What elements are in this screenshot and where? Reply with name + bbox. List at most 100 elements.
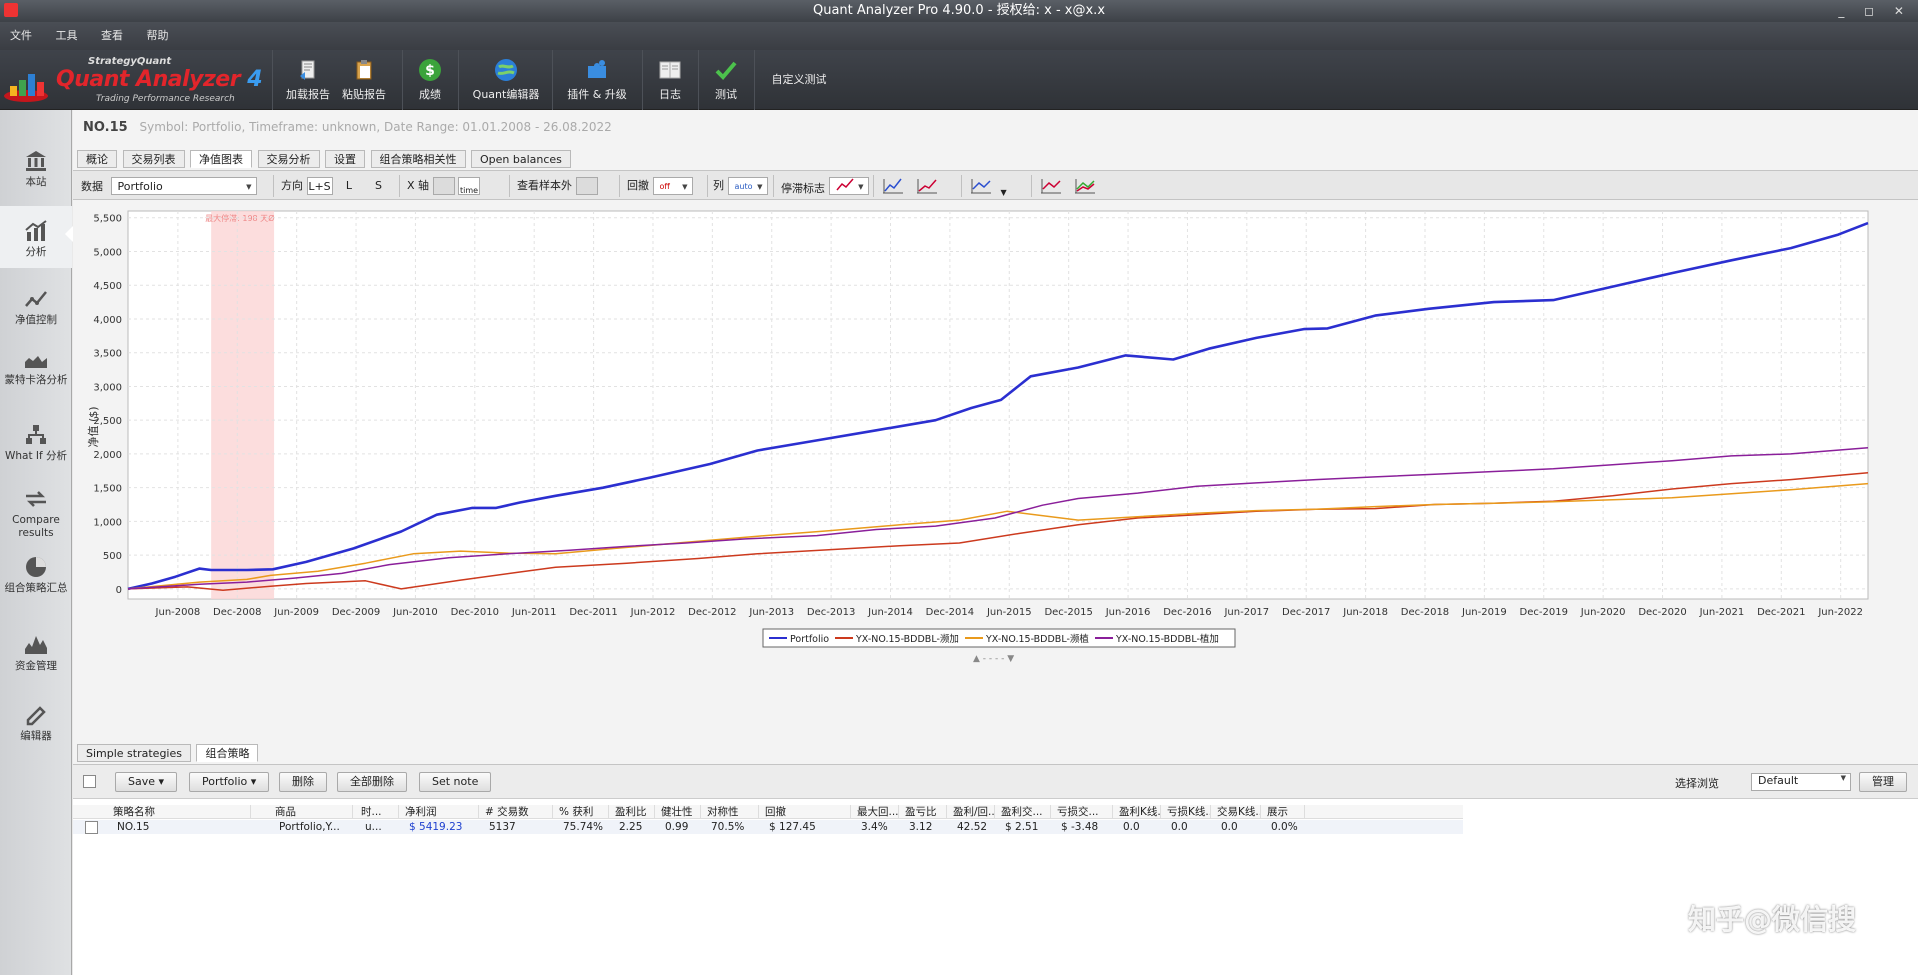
log-button[interactable]: 日志: [650, 50, 690, 110]
menu-file[interactable]: 文件: [0, 22, 42, 50]
plot-area: [127, 210, 1869, 600]
control-separator: [773, 175, 774, 197]
sidebar-item-what-if[interactable]: What If 分析: [0, 424, 72, 463]
menu-help[interactable]: 帮助: [137, 22, 179, 50]
multi-series-chart-icon[interactable]: [1073, 177, 1097, 195]
delete-button[interactable]: 删除: [279, 772, 327, 792]
oos-toggle[interactable]: [575, 177, 598, 195]
table-cell: 0.0: [1123, 821, 1140, 833]
column-header[interactable]: 时...: [359, 805, 399, 819]
x-tick-label: Dec-2012: [688, 607, 736, 618]
column-header[interactable]: 亏损交...: [1055, 805, 1113, 819]
tab-trade-analysis[interactable]: 交易分析: [257, 150, 320, 168]
compare-chart-icon[interactable]: [1039, 177, 1063, 195]
column-header[interactable]: 盈利/回...: [951, 805, 995, 819]
tab-overview[interactable]: 概论: [77, 150, 117, 168]
sidebar-item-monte-carlo[interactable]: 蒙特卡洛分析: [0, 348, 72, 387]
sidebar-item-editor[interactable]: 编辑器: [0, 704, 72, 743]
drawdown-control: 回撤 off: [627, 177, 693, 196]
equity-chart-icon[interactable]: [915, 177, 939, 195]
dollar-icon: $: [419, 59, 441, 81]
tab-open-balances[interactable]: Open balances: [471, 150, 571, 168]
sidebar-item-equity-control[interactable]: 净值控制: [0, 288, 72, 327]
column-header[interactable]: 健壮性: [659, 805, 701, 819]
manage-button[interactable]: 管理: [1859, 772, 1907, 792]
what-if-icon: [26, 425, 46, 444]
tab-portfolio-strategies[interactable]: 组合策略: [196, 744, 259, 762]
paste-report-button[interactable]: 粘贴报告: [338, 50, 390, 110]
balance-chart-icon[interactable]: [881, 177, 905, 195]
view-select[interactable]: Default: [1751, 773, 1851, 791]
tab-simple-strategies[interactable]: Simple strategies: [77, 744, 191, 762]
chevron-down-icon[interactable]: ▼: [1001, 188, 1007, 197]
load-report-button[interactable]: 加载报告: [282, 50, 334, 110]
toolbar-separator: [698, 50, 699, 110]
save-button[interactable]: Save ▾: [115, 772, 178, 792]
delete-all-button[interactable]: 全部删除: [337, 772, 407, 792]
column-header[interactable]: 盈亏比: [903, 805, 947, 819]
column-header[interactable]: 策略名称: [111, 805, 251, 819]
legend-entry: YX-NO.15-BDDBL-濒植: [985, 633, 1089, 645]
sidebar-item-portfolio-summary[interactable]: 组合策略汇总: [0, 556, 72, 595]
sidebar-item-analysis[interactable]: 分析: [0, 206, 73, 268]
table-cell: $ 2.51: [1005, 821, 1039, 833]
column-header[interactable]: 净利润: [403, 805, 479, 819]
select-all-checkbox[interactable]: [83, 775, 96, 788]
x-tick-label: Jun-2020: [1580, 607, 1626, 618]
direction-short-toggle[interactable]: S: [366, 177, 392, 195]
splitter-handle[interactable]: ▲ - - - - ▼: [973, 654, 1014, 664]
chart-type-buttons: [881, 177, 939, 201]
column-header[interactable]: % 获利: [557, 805, 609, 819]
drawdown-select[interactable]: off: [652, 177, 693, 196]
menu-bar: 文件 工具 查看 帮助: [0, 22, 1918, 50]
results-button[interactable]: $ 成绩: [410, 50, 450, 110]
tab-trade-list[interactable]: 交易列表: [122, 150, 185, 168]
xaxis-time-toggle[interactable]: time: [458, 177, 481, 195]
table-cell: 0.0: [1171, 821, 1188, 833]
column-header[interactable]: 回撤: [763, 805, 851, 819]
menu-tools[interactable]: 工具: [46, 22, 88, 50]
main-area: NO.15 Symbol: Portfolio, Timeframe: unkn…: [73, 110, 1918, 975]
test-button[interactable]: 测试: [706, 50, 746, 110]
stagnation-select[interactable]: [828, 177, 869, 196]
column-header[interactable]: 盈利比: [613, 805, 655, 819]
plugins-upgrade-button[interactable]: 插件 & 升级: [560, 50, 634, 110]
column-header[interactable]: 商品: [273, 805, 353, 819]
column-header[interactable]: 最大回...: [855, 805, 899, 819]
data-select[interactable]: Portfolio: [110, 177, 257, 196]
menu-view[interactable]: 查看: [91, 22, 133, 50]
tab-settings[interactable]: 设置: [325, 150, 365, 168]
tab-equity-chart[interactable]: 净值图表: [190, 150, 252, 168]
control-separator: [399, 175, 400, 197]
direction-long-toggle[interactable]: L: [336, 177, 362, 195]
sidebar-item-home[interactable]: 本站: [0, 150, 72, 189]
logo-main-text: Quant Analyzer 4: [56, 67, 263, 92]
quant-editor-button[interactable]: Quant编辑器: [468, 50, 544, 110]
set-note-button[interactable]: Set note: [419, 772, 492, 792]
column-header[interactable]: 展示: [1265, 805, 1305, 819]
column-header[interactable]: 盈利交...: [999, 805, 1051, 819]
column-header[interactable]: # 交易数: [483, 805, 553, 819]
xaxis-trades-toggle[interactable]: [432, 177, 455, 195]
log-icon: [659, 61, 681, 79]
stagnation-label: 最大停滞: 198 天Ø: [205, 213, 274, 223]
window-controls[interactable]: _ ◻ ✕: [1838, 0, 1912, 22]
sidebar-item-money-management[interactable]: 资金管理: [0, 634, 72, 673]
tab-portfolio-correlation[interactable]: 组合策略相关性: [370, 150, 466, 168]
control-separator: [873, 175, 874, 197]
column-header[interactable]: 盈利K线...: [1117, 805, 1161, 819]
table-cell: u...: [365, 821, 382, 833]
column-header[interactable]: 交易K线...: [1215, 805, 1261, 819]
column-select[interactable]: auto: [727, 177, 768, 196]
custom-test-button[interactable]: 自定义测试: [764, 50, 834, 110]
column-header[interactable]: 亏损K线...: [1165, 805, 1211, 819]
y-tick-label: 1,000: [93, 517, 122, 528]
direction-ls-toggle[interactable]: L+S: [306, 177, 333, 195]
column-header[interactable]: 对称性: [705, 805, 759, 819]
portfolio-button[interactable]: Portfolio ▾: [189, 772, 270, 792]
control-separator: [273, 175, 274, 197]
table-row[interactable]: NO.15 Portfolio,Y... u... $ 5419.23 5137 75.7…: [73, 820, 1463, 834]
row-checkbox[interactable]: [85, 821, 98, 834]
sidebar-item-compare-results[interactable]: Compare results: [0, 488, 72, 540]
line-chart-icon[interactable]: [969, 177, 993, 195]
